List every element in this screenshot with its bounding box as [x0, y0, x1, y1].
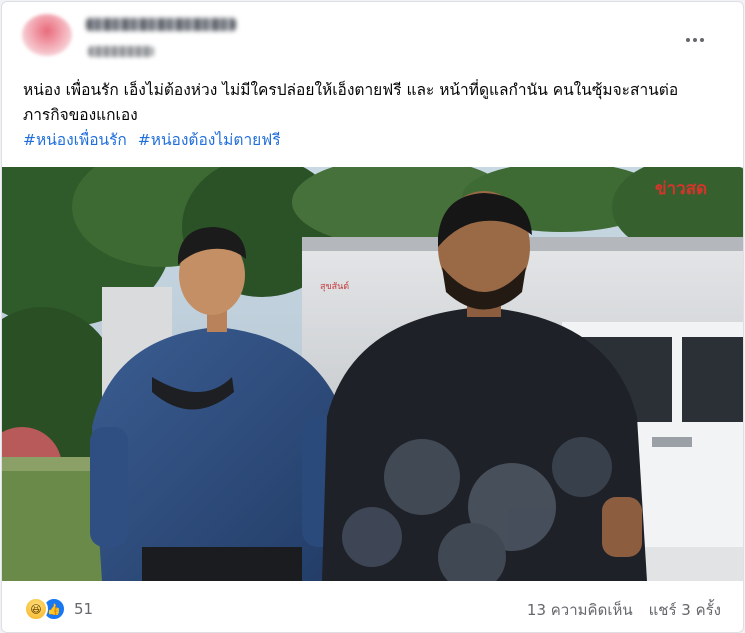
- hashtag-link[interactable]: #หน่องเพื่อนรัก: [23, 131, 127, 149]
- post-text: หน่อง เพื่อนรัก เอ็งไม่ต้องห่วง ไม่มีใคร…: [23, 81, 679, 124]
- more-options-icon[interactable]: [680, 28, 710, 52]
- share-count[interactable]: แชร์ 3 ครั้ง: [649, 598, 721, 622]
- reaction-count[interactable]: 51: [74, 600, 93, 618]
- news-watermark: ข่าวสด: [655, 179, 707, 199]
- post-hashtags: #หน่องเพื่อนรัก #หน่องต้องไม่ตายฟรี: [23, 128, 287, 153]
- reactions-summary[interactable]: 😆 👍 51: [24, 597, 93, 621]
- comment-count[interactable]: 13 ความคิดเห็น: [527, 598, 633, 622]
- author-avatar[interactable]: [22, 14, 72, 56]
- post-stats: 13 ความคิดเห็น แชร์ 3 ครั้ง: [527, 598, 721, 622]
- post-header: [2, 2, 743, 70]
- post-timestamp-blurred[interactable]: [88, 46, 154, 57]
- author-name-blurred[interactable]: [86, 18, 236, 31]
- post-card: หน่อง เพื่อนรัก เอ็งไม่ต้องห่วง ไม่มีใคร…: [1, 1, 744, 633]
- haha-reaction-icon: 😆: [24, 597, 48, 621]
- post-photo[interactable]: สุขสันต์ ข่าวสด: [2, 167, 743, 581]
- post-footer: 😆 👍 51 13 ความคิดเห็น แชร์ 3 ครั้ง: [2, 581, 743, 632]
- truck-lettering: สุขสันต์: [320, 280, 349, 292]
- hashtag-link[interactable]: #หน่องต้องไม่ตายฟรี: [138, 131, 281, 149]
